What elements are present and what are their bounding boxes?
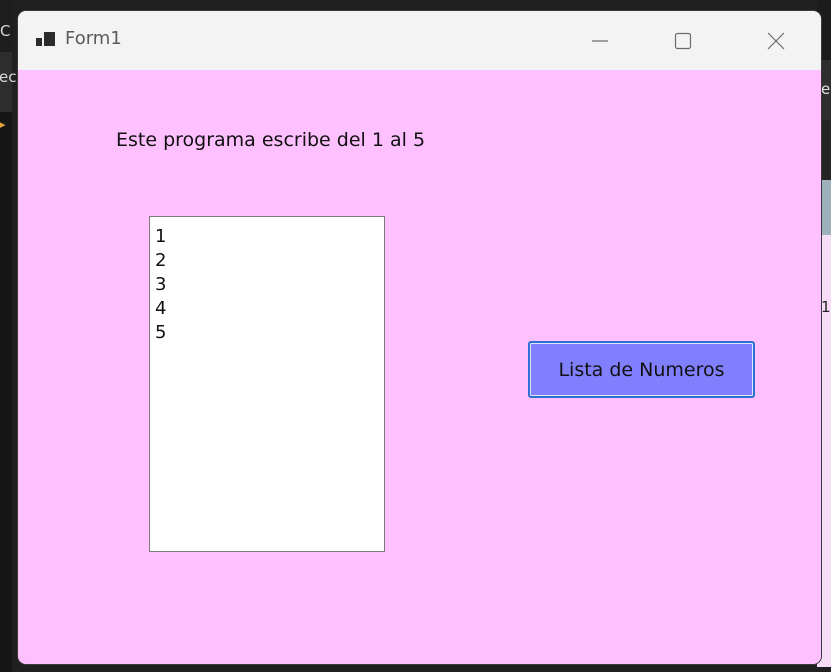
form-window: Form1 Este programa escribe del 1 al 5 1… (18, 11, 821, 664)
window-title: Form1 (65, 28, 122, 49)
numbers-listbox[interactable]: 1 2 3 4 5 (149, 216, 385, 552)
description-label: Este programa escribe del 1 al 5 (116, 129, 426, 151)
minimize-icon (592, 39, 608, 42)
form-client-area: Este programa escribe del 1 al 5 1 2 3 4… (18, 70, 821, 664)
list-item[interactable]: 2 (155, 249, 166, 273)
close-button[interactable] (745, 11, 807, 70)
maximize-icon (674, 32, 692, 49)
list-item[interactable]: 1 (155, 225, 166, 249)
background-glyph: 1 (821, 298, 831, 316)
background-glyph: ec (0, 68, 17, 86)
list-item[interactable]: 4 (155, 297, 166, 321)
background-arrow-icon: ▸ (0, 118, 6, 131)
minimize-button[interactable] (569, 11, 631, 70)
background-glyph: C (0, 22, 11, 40)
form-app-icon (36, 32, 56, 48)
lista-de-numeros-button[interactable]: Lista de Numeros (528, 341, 755, 398)
list-item[interactable]: 5 (155, 321, 166, 345)
title-bar[interactable]: Form1 (18, 11, 821, 70)
background-glyph: e (821, 80, 831, 98)
background-dark-piece (0, 112, 12, 672)
maximize-button[interactable] (652, 11, 714, 70)
list-item[interactable]: 3 (155, 273, 166, 297)
background-left-edge: C ec ▸ (0, 0, 16, 672)
close-icon (767, 32, 785, 49)
